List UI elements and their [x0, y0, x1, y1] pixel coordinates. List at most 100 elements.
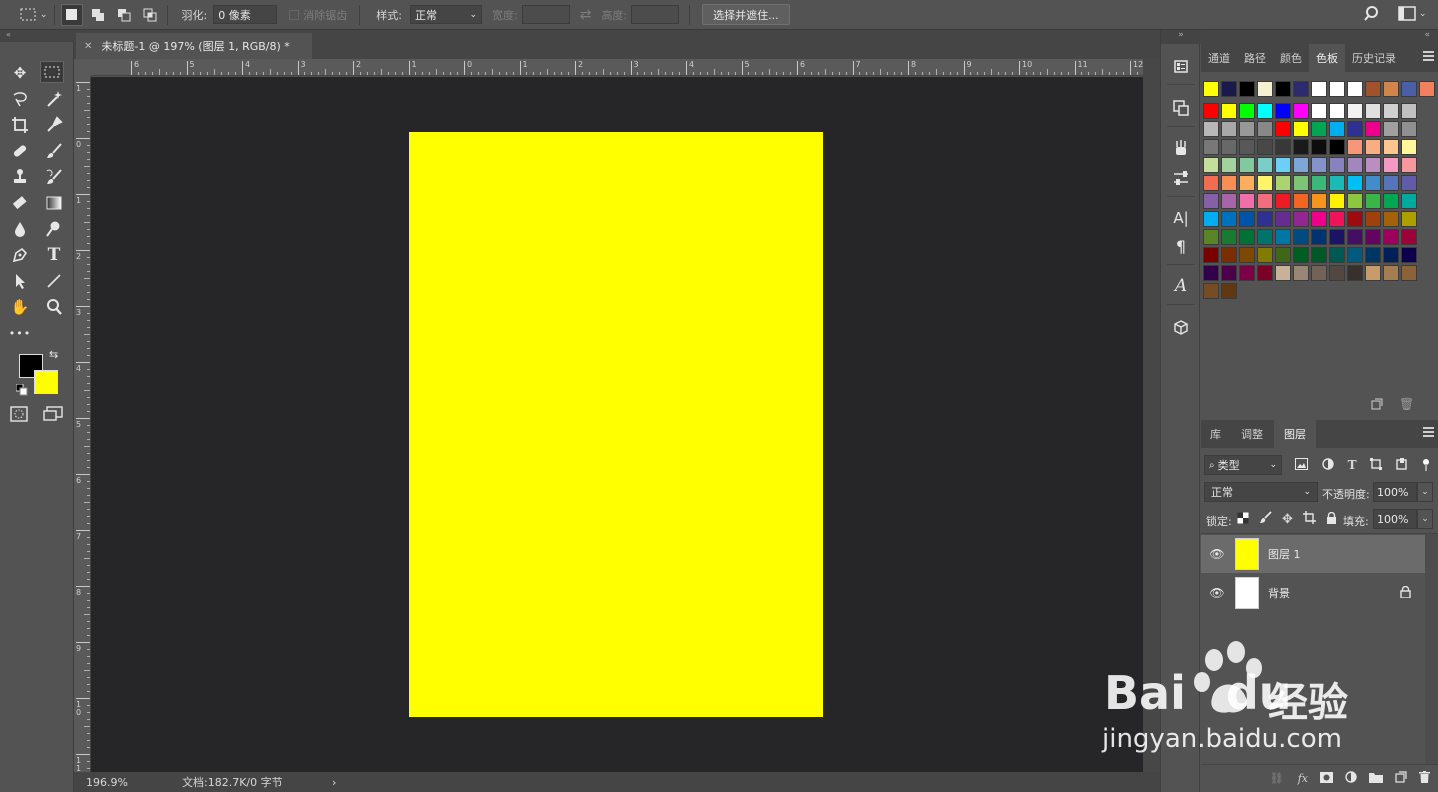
- color-swatch[interactable]: [1365, 175, 1381, 191]
- strip-collapse-icon[interactable]: »: [1161, 30, 1201, 44]
- add-mask-icon[interactable]: [1320, 771, 1333, 786]
- swap-dimensions-icon[interactable]: ⇄: [580, 7, 592, 23]
- color-swatch[interactable]: [1383, 193, 1399, 209]
- color-swatch[interactable]: [1311, 265, 1327, 281]
- color-swatch[interactable]: [1347, 157, 1363, 173]
- new-adjustment-icon[interactable]: [1345, 771, 1357, 786]
- layer-row-layer1[interactable]: 👁 图层 1: [1201, 535, 1425, 573]
- color-swatch[interactable]: [1275, 247, 1291, 263]
- path-selection-tool-icon[interactable]: [8, 270, 32, 292]
- vertical-ruler[interactable]: 101234567891 01 1: [74, 76, 91, 772]
- color-swatch[interactable]: [1347, 139, 1363, 155]
- color-swatch[interactable]: [1401, 229, 1417, 245]
- color-swatch[interactable]: [1311, 103, 1327, 119]
- recent-swatch[interactable]: [1257, 81, 1273, 97]
- color-swatch[interactable]: [1239, 265, 1255, 281]
- color-swatch[interactable]: [1203, 157, 1219, 173]
- tab-libraries[interactable]: 库: [1201, 420, 1230, 448]
- layer-filter-select[interactable]: ⌕ 类型 ⌄: [1204, 455, 1282, 475]
- color-swatch[interactable]: [1383, 211, 1399, 227]
- healing-brush-tool-icon[interactable]: [8, 140, 32, 162]
- character-icon[interactable]: A|: [1171, 208, 1191, 228]
- color-swatch[interactable]: [1257, 193, 1273, 209]
- color-swatch[interactable]: [1257, 211, 1273, 227]
- color-swatch[interactable]: [1329, 121, 1345, 137]
- close-tab-icon[interactable]: ✕: [84, 41, 92, 52]
- recent-swatch[interactable]: [1293, 81, 1309, 97]
- recent-swatch[interactable]: [1365, 81, 1381, 97]
- blend-mode-select[interactable]: 正常 ⌄: [1204, 482, 1318, 502]
- marquee-preset-icon[interactable]: ⌄: [20, 4, 48, 26]
- background-color-swatch[interactable]: [34, 370, 58, 394]
- color-swatch[interactable]: [1329, 193, 1345, 209]
- color-swatch[interactable]: [1203, 193, 1219, 209]
- tab-adjustments[interactable]: 调整: [1230, 420, 1274, 448]
- recent-swatch[interactable]: [1239, 81, 1255, 97]
- color-swatch[interactable]: [1365, 265, 1381, 281]
- color-swatch[interactable]: [1257, 121, 1273, 137]
- link-layers-icon[interactable]: ⛓: [1270, 772, 1284, 785]
- color-swatch[interactable]: [1221, 157, 1237, 173]
- search-icon[interactable]: [1364, 5, 1382, 26]
- color-swatch[interactable]: [1311, 121, 1327, 137]
- tab-layers[interactable]: 图层: [1274, 420, 1316, 448]
- color-swatch[interactable]: [1347, 103, 1363, 119]
- color-swatch[interactable]: [1365, 211, 1381, 227]
- rect-marquee-tool-icon[interactable]: [40, 61, 64, 83]
- color-swatch[interactable]: [1401, 175, 1417, 191]
- color-swatch[interactable]: [1365, 229, 1381, 245]
- color-swatch[interactable]: [1203, 175, 1219, 191]
- color-swatch[interactable]: [1365, 157, 1381, 173]
- color-swatch[interactable]: [1329, 247, 1345, 263]
- color-swatch[interactable]: [1257, 103, 1273, 119]
- color-swatch[interactable]: [1275, 193, 1291, 209]
- fx-icon[interactable]: fx: [1298, 772, 1308, 785]
- color-swatch[interactable]: [1221, 229, 1237, 245]
- color-swatch[interactable]: [1203, 247, 1219, 263]
- color-swatch[interactable]: [1365, 247, 1381, 263]
- toolbar-collapse-icon[interactable]: «: [0, 30, 74, 42]
- color-swatch[interactable]: [1275, 265, 1291, 281]
- color-swatch[interactable]: [1383, 265, 1399, 281]
- color-swatch[interactable]: [1311, 139, 1327, 155]
- dodge-tool-icon[interactable]: [42, 218, 66, 240]
- info-icon[interactable]: [1171, 98, 1191, 118]
- color-swatch[interactable]: [1401, 139, 1417, 155]
- color-swatch[interactable]: [1311, 247, 1327, 263]
- color-swatch[interactable]: [1257, 139, 1273, 155]
- move-tool-icon[interactable]: ✥: [8, 62, 32, 84]
- color-swatch[interactable]: [1239, 229, 1255, 245]
- new-selection-icon[interactable]: [60, 3, 83, 26]
- tab-paths[interactable]: 路径: [1237, 44, 1273, 72]
- adjustments-sliders-icon[interactable]: [1171, 168, 1191, 188]
- color-swatch[interactable]: [1203, 211, 1219, 227]
- color-swatch[interactable]: [1383, 139, 1399, 155]
- color-swatch[interactable]: [1401, 121, 1417, 137]
- color-swatch[interactable]: [1275, 211, 1291, 227]
- color-swatch[interactable]: [1239, 193, 1255, 209]
- canvas-area[interactable]: [91, 77, 1143, 772]
- lock-all-icon[interactable]: [1326, 511, 1337, 527]
- color-swatch[interactable]: [1329, 265, 1345, 281]
- pen-tool-icon[interactable]: [8, 244, 32, 266]
- color-swatch[interactable]: [1221, 247, 1237, 263]
- color-swatch[interactable]: [1239, 247, 1255, 263]
- color-swatch[interactable]: [1221, 283, 1237, 299]
- color-swatch[interactable]: [1221, 121, 1237, 137]
- dock-collapse-icon[interactable]: «: [1424, 30, 1430, 40]
- color-swatch[interactable]: [1275, 121, 1291, 137]
- color-swatch[interactable]: [1347, 193, 1363, 209]
- width-input[interactable]: [521, 5, 570, 24]
- color-swatch[interactable]: [1329, 229, 1345, 245]
- recent-swatch[interactable]: [1419, 81, 1435, 97]
- color-swatch[interactable]: [1293, 211, 1309, 227]
- color-swatch[interactable]: [1401, 157, 1417, 173]
- glyphs-icon[interactable]: A: [1171, 276, 1191, 296]
- panel-menu-icon[interactable]: [1423, 427, 1434, 437]
- color-swatch[interactable]: [1203, 103, 1219, 119]
- recent-swatch[interactable]: [1203, 81, 1219, 97]
- filter-toggle-icon[interactable]: [1422, 459, 1429, 471]
- recent-swatch[interactable]: [1383, 81, 1399, 97]
- color-swatch[interactable]: [1293, 103, 1309, 119]
- color-swatch[interactable]: [1257, 265, 1273, 281]
